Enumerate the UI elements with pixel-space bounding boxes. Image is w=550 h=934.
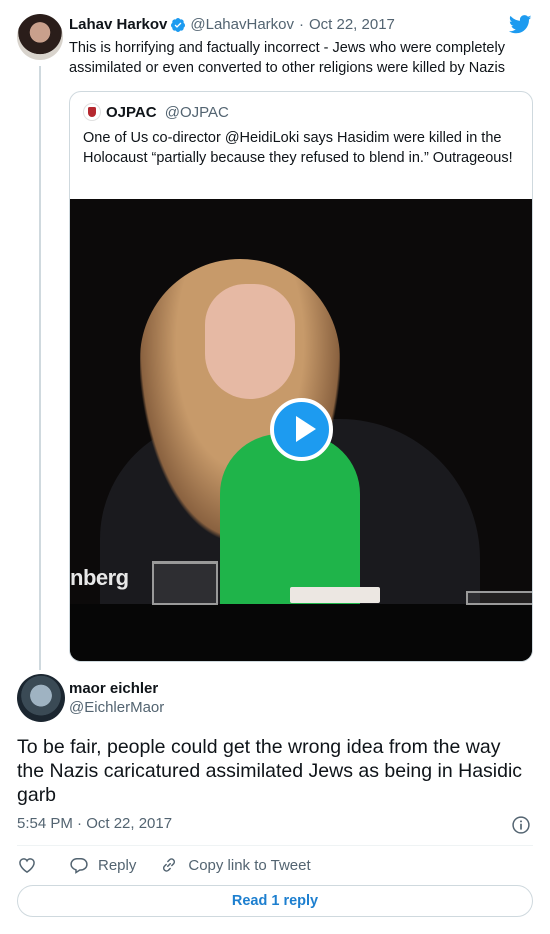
reply-author-handle[interactable]: @EichlerMaor — [69, 699, 164, 717]
video-frame-face — [205, 284, 295, 399]
avatar[interactable] — [17, 674, 65, 722]
video-frame-table — [70, 604, 532, 661]
like-button[interactable] — [17, 855, 37, 875]
verified-badge-icon — [171, 18, 186, 32]
quoted-tweet-card[interactable]: OJPAC @OJPAC One of Us co-director @Heid… — [69, 91, 533, 662]
video-frame-glass — [466, 591, 532, 605]
read-replies-button[interactable]: Read 1 reply — [17, 885, 533, 917]
video-caption-text: nberg — [70, 565, 129, 590]
copy-link-label: Copy link to Tweet — [188, 856, 311, 874]
quoted-tweet-text: One of Us co-director @HeidiLoki says Ha… — [83, 130, 513, 166]
quoted-author-handle[interactable]: @OJPAC — [165, 104, 229, 121]
quoted-tweet-header: OJPAC @OJPAC — [106, 104, 229, 122]
play-icon[interactable] — [270, 398, 333, 461]
author-handle[interactable]: @LahavHarkov — [190, 15, 294, 35]
video-frame-paper — [290, 587, 380, 603]
tweet-date[interactable]: Oct 22, 2017 — [309, 15, 395, 35]
divider — [17, 845, 533, 846]
separator-dot: · — [299, 16, 304, 33]
reply-button[interactable]: Reply — [69, 855, 136, 875]
tweet-text: This is horrifying and factually incorre… — [69, 40, 506, 76]
video-frame-glass — [152, 561, 218, 605]
heart-icon — [19, 858, 35, 873]
quoted-author-name[interactable]: OJPAC — [106, 104, 157, 121]
tweet-header: Lahav Harkov @LahavHarkov · Oct 22, 2017 — [69, 15, 395, 35]
reply-timestamp[interactable]: 5:54 PM · Oct 22, 2017 — [17, 815, 172, 833]
info-icon[interactable] — [511, 815, 531, 835]
thread-connector-line — [39, 66, 41, 670]
reply-label: Reply — [98, 856, 137, 874]
video-player[interactable]: nberg — [70, 199, 532, 661]
twitter-bird-icon[interactable] — [509, 15, 532, 34]
reply-bubble-icon — [70, 858, 88, 874]
link-icon — [163, 858, 176, 872]
copy-link-button[interactable]: Copy link to Tweet — [159, 855, 311, 875]
quoted-avatar[interactable] — [83, 103, 101, 121]
reply-tweet-text: To be fair, people could get the wrong i… — [17, 736, 523, 806]
reply-author-name[interactable]: maor eichler — [69, 680, 158, 698]
avatar[interactable] — [17, 14, 63, 60]
author-name[interactable]: Lahav Harkov — [69, 15, 167, 35]
action-bar: Reply Copy link to Tweet — [17, 854, 311, 876]
